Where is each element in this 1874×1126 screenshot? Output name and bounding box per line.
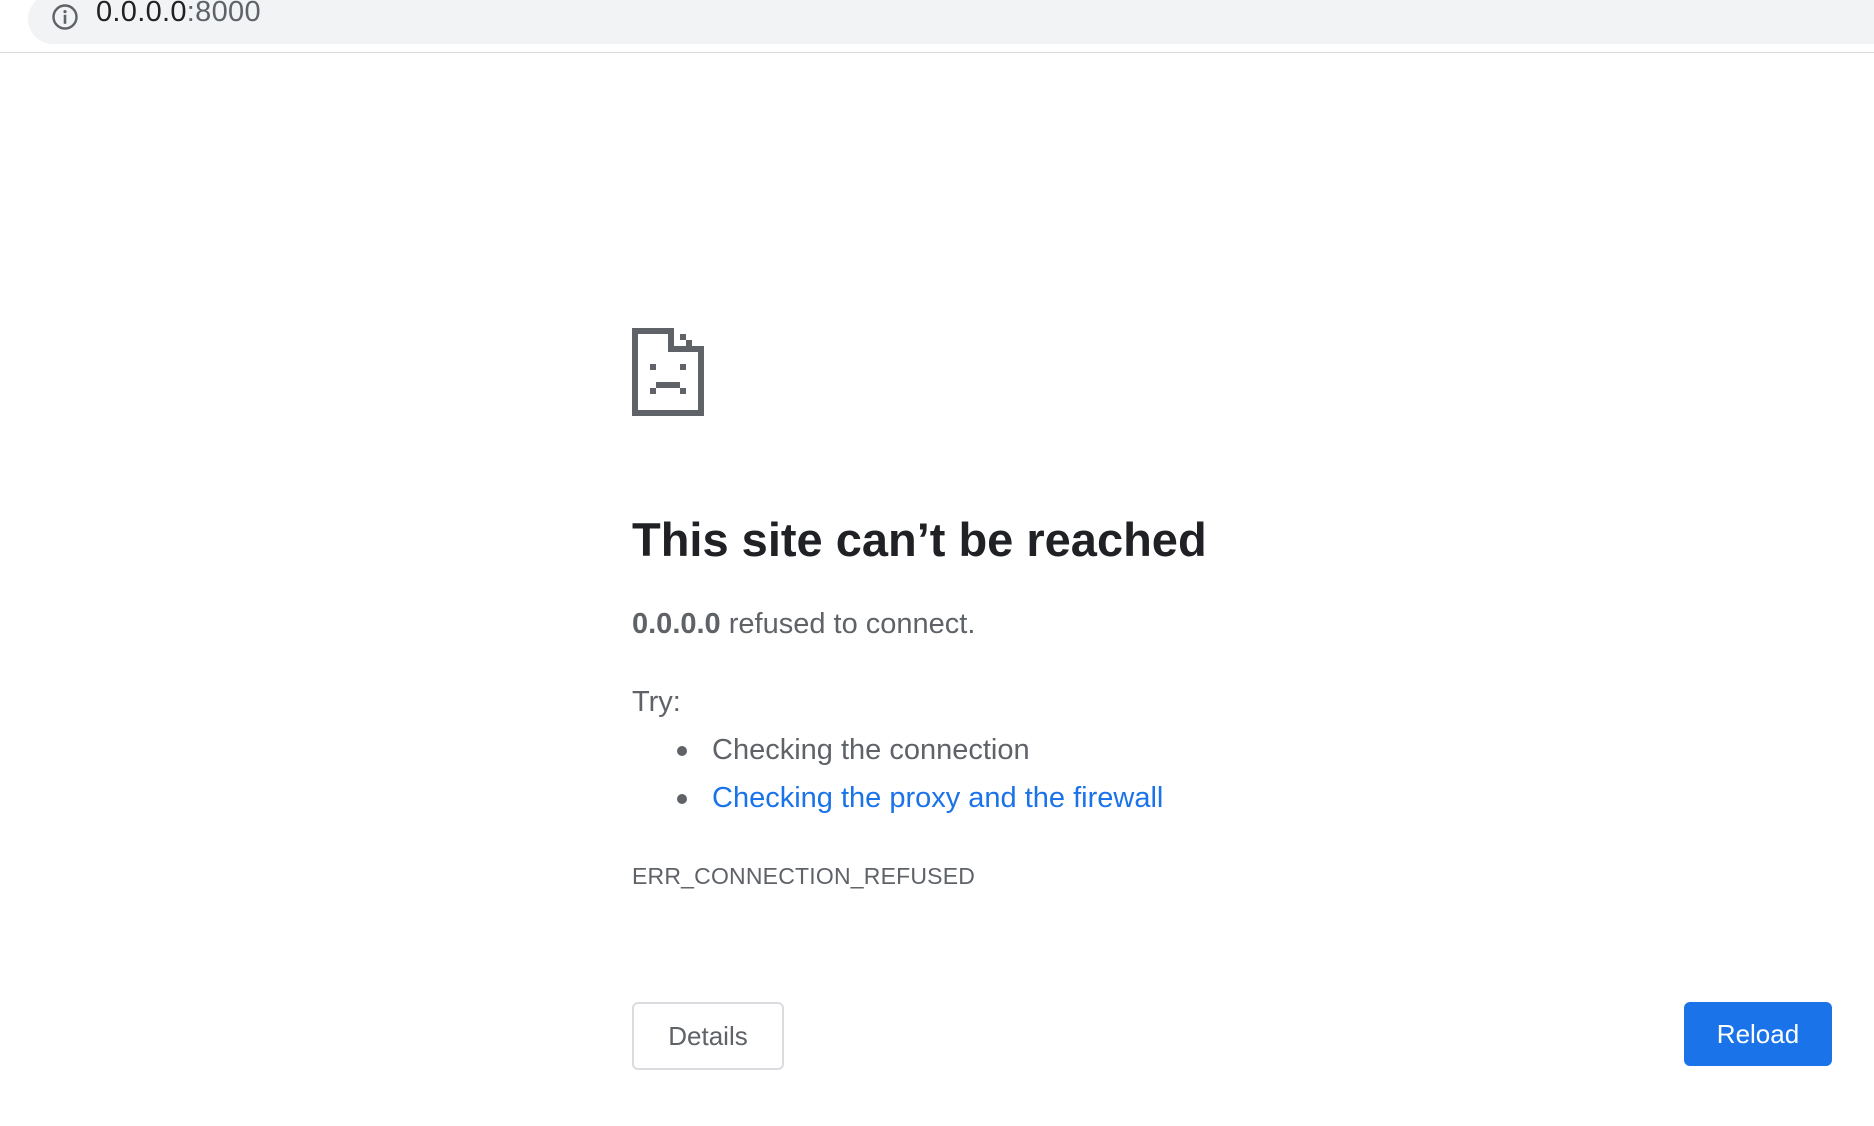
info-icon[interactable] (50, 2, 80, 32)
url-text[interactable]: 0.0.0.0:8000 (96, 0, 261, 28)
try-label: Try: (632, 686, 681, 718)
error-title: This site can’t be reached (632, 513, 1207, 566)
sad-page-icon (632, 328, 704, 416)
suggestion-proxy-firewall-link[interactable]: Checking the proxy and the firewall (712, 782, 1163, 814)
suggestion-item: Checking the proxy and the firewall (632, 780, 1163, 828)
suggestions-list: Checking the connection Checking the pro… (632, 732, 1163, 828)
bullet-icon (677, 746, 687, 756)
url-port: :8000 (186, 0, 261, 28)
browser-viewport: 0.0.0.0:8000 This site can’t be reached … (0, 0, 1874, 1126)
address-bar[interactable]: 0.0.0.0:8000 (28, 0, 1874, 44)
details-button[interactable]: Details (632, 1002, 784, 1070)
error-summary: 0.0.0.0 refused to connect. (632, 606, 975, 642)
error-summary-text: refused to connect. (720, 608, 976, 640)
reload-button[interactable]: Reload (1684, 1002, 1832, 1066)
error-code: ERR_CONNECTION_REFUSED (632, 863, 976, 889)
bullet-icon (677, 794, 687, 804)
suggestion-item: Checking the connection (632, 732, 1163, 780)
suggestion-check-connection: Checking the connection (712, 734, 1030, 766)
url-host: 0.0.0.0 (96, 0, 187, 28)
toolbar-divider (0, 52, 1874, 53)
error-host: 0.0.0.0 (632, 608, 721, 640)
